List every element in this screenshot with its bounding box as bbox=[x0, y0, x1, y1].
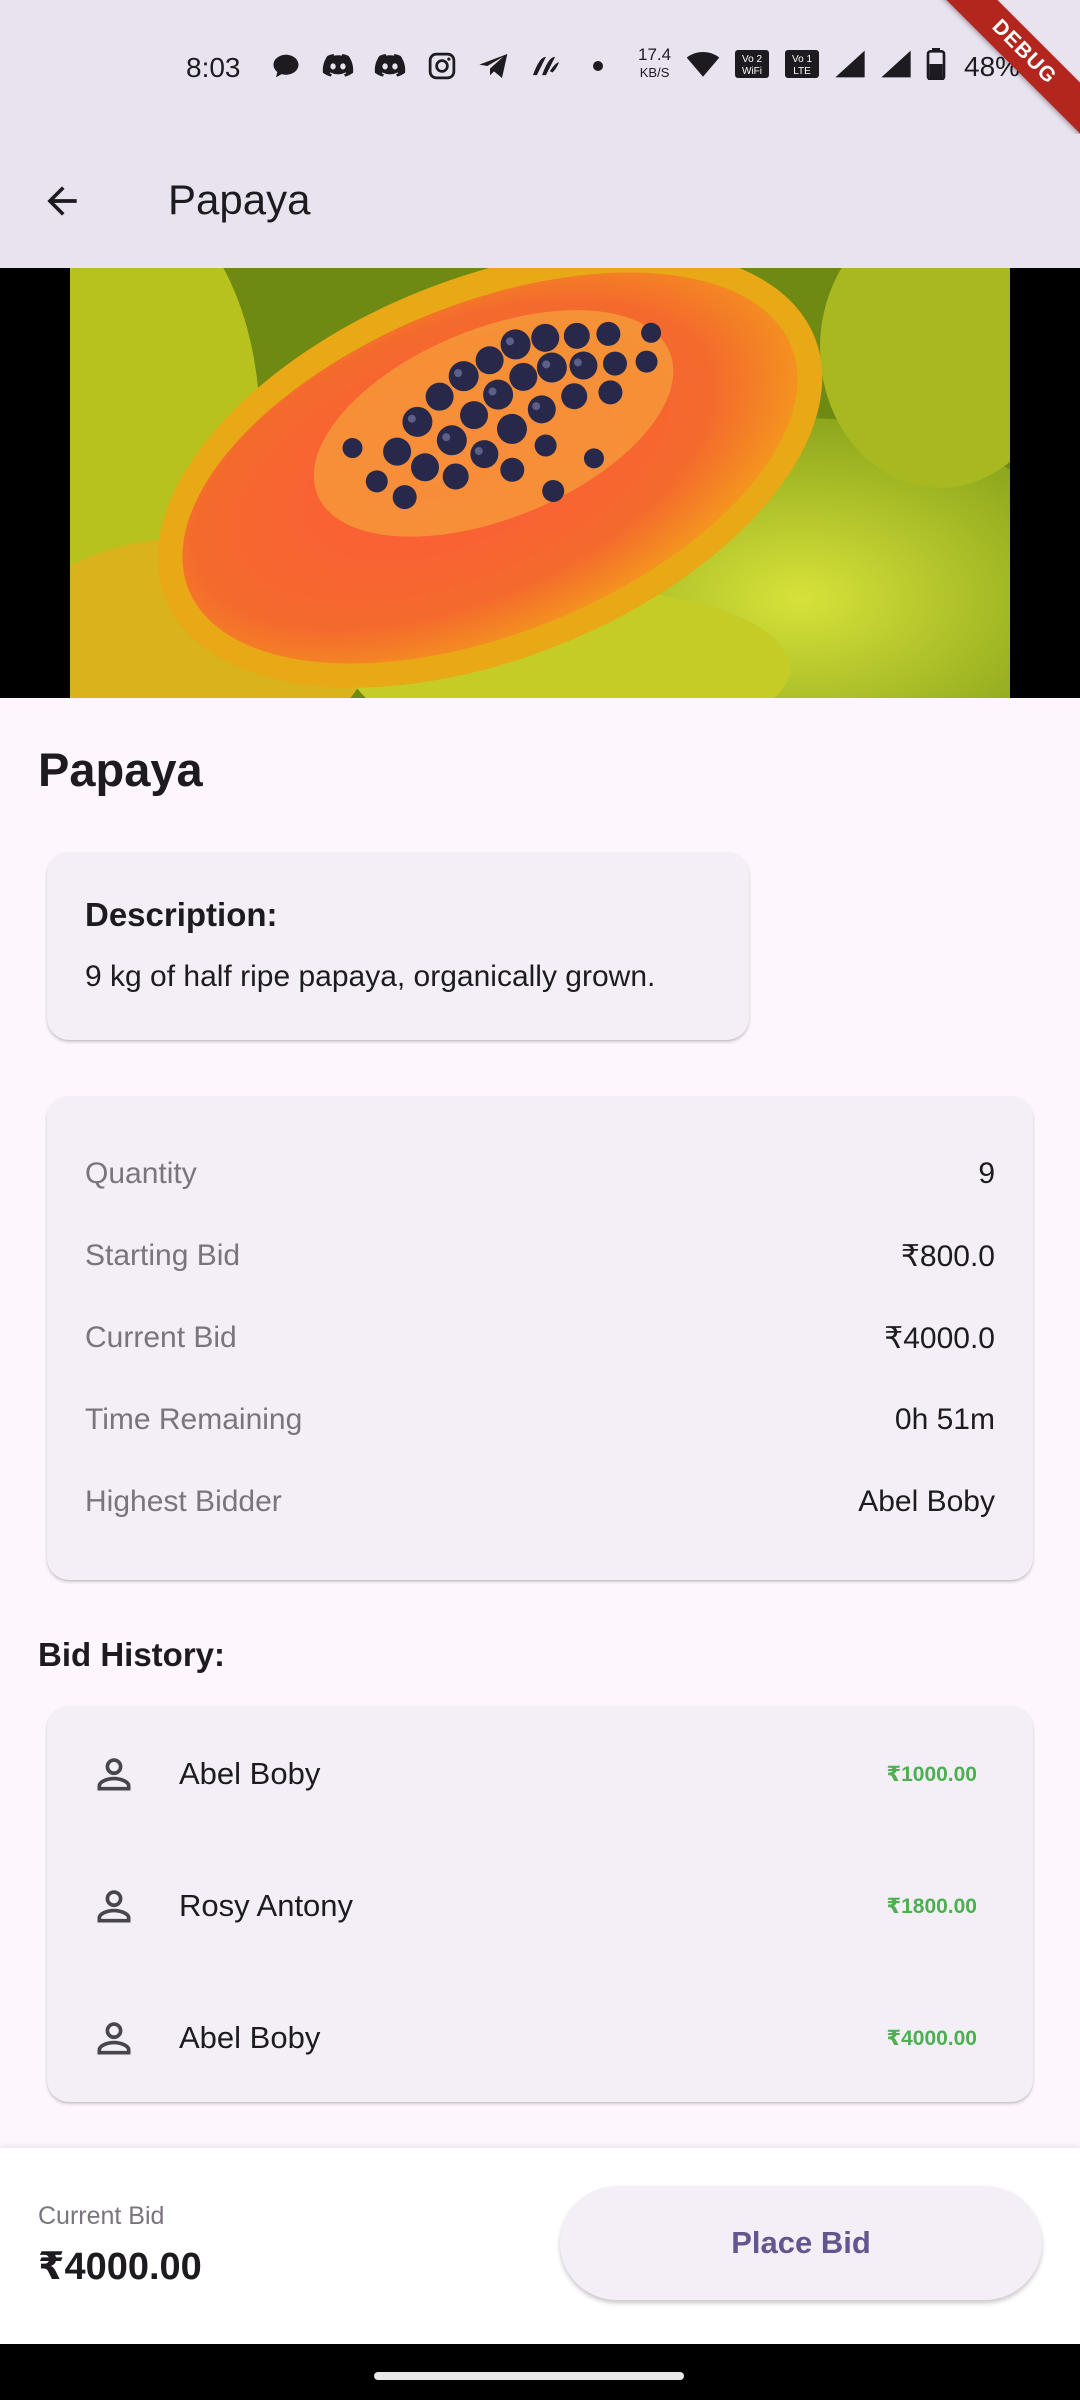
bidder-name: Abel Boby bbox=[179, 1756, 321, 1791]
bid-history-item: Rosy Antony ₹1800.00 bbox=[47, 1856, 1033, 1956]
bid-history-list: Abel Boby ₹1000.00 Rosy Antony ₹1800.00 … bbox=[47, 1706, 1033, 2102]
vowifi-icon: Vo 2 WiFi bbox=[734, 49, 770, 84]
arrow-back-icon bbox=[47, 186, 77, 216]
battery-icon bbox=[926, 48, 946, 85]
bottom-bid-bar: Current Bid ₹4000.00 Place Bid bbox=[0, 2148, 1080, 2344]
bid-amount: ₹1000.00 bbox=[886, 1762, 977, 1786]
wifi-icon bbox=[686, 49, 720, 84]
description-card: Description: 9 kg of half ripe papaya, o… bbox=[47, 852, 749, 1040]
signal-icon bbox=[880, 49, 912, 84]
current-bid-value: ₹4000.00 bbox=[38, 2246, 202, 2288]
detail-row-starting-bid: Starting Bid ₹800.0 bbox=[85, 1236, 995, 1276]
description-title: Description: bbox=[85, 896, 278, 933]
bid-history-title: Bid History: bbox=[38, 1636, 226, 1673]
person-outline-icon bbox=[89, 2013, 139, 2063]
back-button[interactable] bbox=[28, 167, 96, 235]
volte-icon: Vo 1 LTE bbox=[784, 49, 820, 84]
detail-row-quantity: Quantity 9 bbox=[85, 1154, 995, 1194]
person-outline-icon bbox=[89, 1881, 139, 1931]
net-speed-unit: KB/S bbox=[639, 65, 670, 80]
person-outline-icon bbox=[89, 1749, 139, 1799]
detail-label: Current Bid bbox=[85, 1321, 237, 1354]
product-name: Papaya bbox=[38, 743, 203, 796]
bid-history-item: Abel Boby ₹4000.00 bbox=[47, 1988, 1033, 2088]
app-bar: Papaya bbox=[0, 134, 1080, 268]
detail-row-highest-bidder: Highest Bidder Abel Boby bbox=[85, 1482, 995, 1522]
place-bid-button[interactable]: Place Bid bbox=[560, 2186, 1042, 2300]
bidder-name: Rosy Antony bbox=[179, 1888, 354, 1923]
screen: 8:03 17.4 KB/S Vo 2 WiFi Vo 1 LTE 48% DE… bbox=[0, 0, 1080, 2400]
detail-label: Quantity bbox=[85, 1157, 197, 1190]
detail-label: Starting Bid bbox=[85, 1239, 241, 1272]
discord-icon bbox=[372, 48, 408, 84]
telegram-icon bbox=[476, 48, 512, 84]
svg-text:LTE: LTE bbox=[793, 66, 811, 77]
description-text: 9 kg of half ripe papaya, organically gr… bbox=[85, 960, 656, 993]
page-title: Papaya bbox=[168, 176, 311, 223]
papaya-image bbox=[70, 268, 1010, 698]
bidder-name: Abel Boby bbox=[179, 2020, 321, 2055]
bid-amount: ₹1800.00 bbox=[886, 1894, 977, 1918]
detail-value: 9 bbox=[978, 1157, 995, 1190]
detail-row-current-bid: Current Bid ₹4000.0 bbox=[85, 1318, 995, 1358]
svg-text:WiFi: WiFi bbox=[742, 66, 762, 77]
svg-text:Vo 2: Vo 2 bbox=[742, 54, 762, 65]
net-speed: 17.4 KB/S bbox=[638, 46, 671, 82]
product-image bbox=[0, 268, 1080, 698]
auction-details-card: Quantity 9 Starting Bid ₹800.0 Current B… bbox=[47, 1096, 1033, 1580]
app-icon bbox=[528, 48, 564, 84]
home-indicator[interactable] bbox=[374, 2372, 684, 2380]
signal-icon bbox=[834, 49, 866, 84]
detail-label: Time Remaining bbox=[85, 1403, 303, 1436]
dot-icon bbox=[580, 48, 616, 84]
detail-value: Abel Boby bbox=[858, 1485, 995, 1518]
discord-icon bbox=[320, 48, 356, 84]
detail-value: ₹4000.0 bbox=[884, 1321, 995, 1355]
instagram-icon bbox=[424, 48, 460, 84]
detail-label: Highest Bidder bbox=[85, 1485, 282, 1518]
chat-bubble-icon bbox=[268, 48, 304, 84]
bid-history-item: Abel Boby ₹1000.00 bbox=[47, 1724, 1033, 1824]
status-time: 8:03 bbox=[186, 52, 241, 83]
detail-value: ₹800.0 bbox=[900, 1239, 995, 1273]
net-speed-value: 17.4 bbox=[638, 45, 672, 64]
detail-row-time-remaining: Time Remaining 0h 51m bbox=[85, 1400, 995, 1440]
current-bid-label: Current Bid bbox=[38, 2202, 165, 2230]
system-icons: Vo 2 WiFi Vo 1 LTE 48% bbox=[686, 48, 1020, 85]
svg-text:Vo 1: Vo 1 bbox=[792, 54, 812, 65]
notification-icons bbox=[268, 48, 616, 84]
bid-amount: ₹4000.00 bbox=[886, 2026, 977, 2050]
detail-value: 0h 51m bbox=[894, 1403, 995, 1436]
status-bar: 8:03 17.4 KB/S Vo 2 WiFi Vo 1 LTE 48% DE… bbox=[0, 0, 1080, 150]
